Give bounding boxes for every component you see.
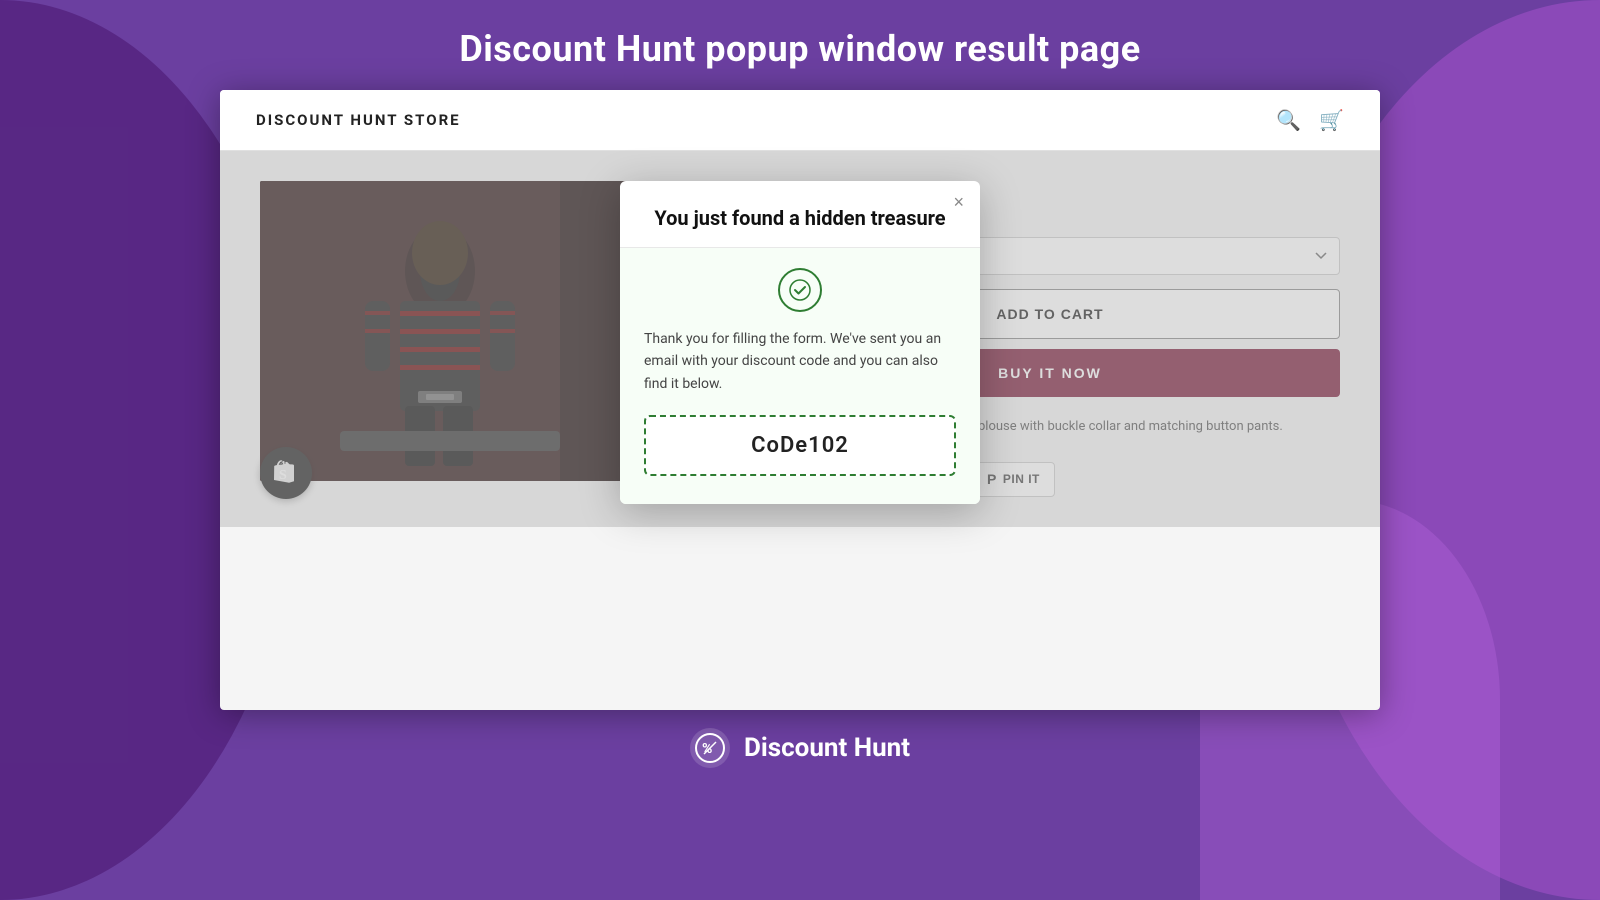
svg-text:%: % <box>702 741 712 757</box>
page-title-bar: Discount Hunt popup window result page <box>0 0 1600 90</box>
footer-logo-icon: % <box>690 728 730 768</box>
modal-title: You just found a hidden treasure <box>648 205 952 231</box>
success-icon-wrap <box>644 268 956 312</box>
success-icon <box>778 268 822 312</box>
cart-icon[interactable]: 🛒 <box>1319 108 1344 132</box>
discount-code: CoDe102 <box>751 433 849 458</box>
modal-overlay: You just found a hidden treasure × Thank… <box>220 151 1380 527</box>
header-icons: 🔍 🛒 <box>1276 108 1344 132</box>
modal-body: Thank you for filling the form. We've se… <box>620 248 980 504</box>
store-header: DISCOUNT HUNT STORE 🔍 🛒 <box>220 90 1380 151</box>
page-footer: % Discount Hunt <box>0 710 1600 768</box>
modal-message: Thank you for filling the form. We've se… <box>644 328 956 395</box>
store-window: DISCOUNT HUNT STORE 🔍 🛒 <box>220 90 1380 710</box>
discount-code-box: CoDe102 <box>644 415 956 476</box>
store-content: k Blouse S M L ADD TO CART BUY IT NOW Ul… <box>220 151 1380 527</box>
modal-header: You just found a hidden treasure × <box>620 181 980 248</box>
page-title: Discount Hunt popup window result page <box>0 28 1600 70</box>
discount-modal: You just found a hidden treasure × Thank… <box>620 181 980 504</box>
store-logo: DISCOUNT HUNT STORE <box>256 111 461 129</box>
search-icon[interactable]: 🔍 <box>1276 108 1301 132</box>
footer-brand: Discount Hunt <box>744 733 910 763</box>
modal-close-button[interactable]: × <box>953 193 964 211</box>
